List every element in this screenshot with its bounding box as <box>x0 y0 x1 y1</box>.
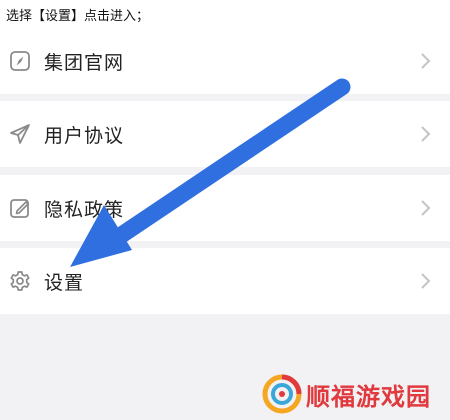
watermark-text: 顺福游戏园 <box>306 382 431 411</box>
menu-item-settings[interactable]: 设置 <box>0 248 450 314</box>
chevron-right-icon <box>421 126 431 142</box>
menu-item-user-agreement[interactable]: 用户协议 <box>0 101 450 167</box>
chevron-right-icon <box>421 200 431 216</box>
send-icon <box>8 122 32 146</box>
compass-icon <box>8 49 32 73</box>
chevron-right-icon <box>421 53 431 69</box>
menu-item-label: 隐私政策 <box>44 198 125 221</box>
menu-item-label: 设置 <box>44 271 85 294</box>
chevron-right-icon <box>421 273 431 289</box>
edit-icon <box>8 196 32 220</box>
menu-item-group-website[interactable]: 集团官网 <box>0 28 450 94</box>
menu-item-label: 用户协议 <box>44 124 125 147</box>
watermark: 顺福游戏园 <box>262 372 431 416</box>
watermark-logo-icon <box>262 374 302 414</box>
gear-icon <box>8 269 32 293</box>
menu-item-privacy-policy[interactable]: 隐私政策 <box>0 175 450 241</box>
menu-item-label: 集团官网 <box>44 51 125 74</box>
